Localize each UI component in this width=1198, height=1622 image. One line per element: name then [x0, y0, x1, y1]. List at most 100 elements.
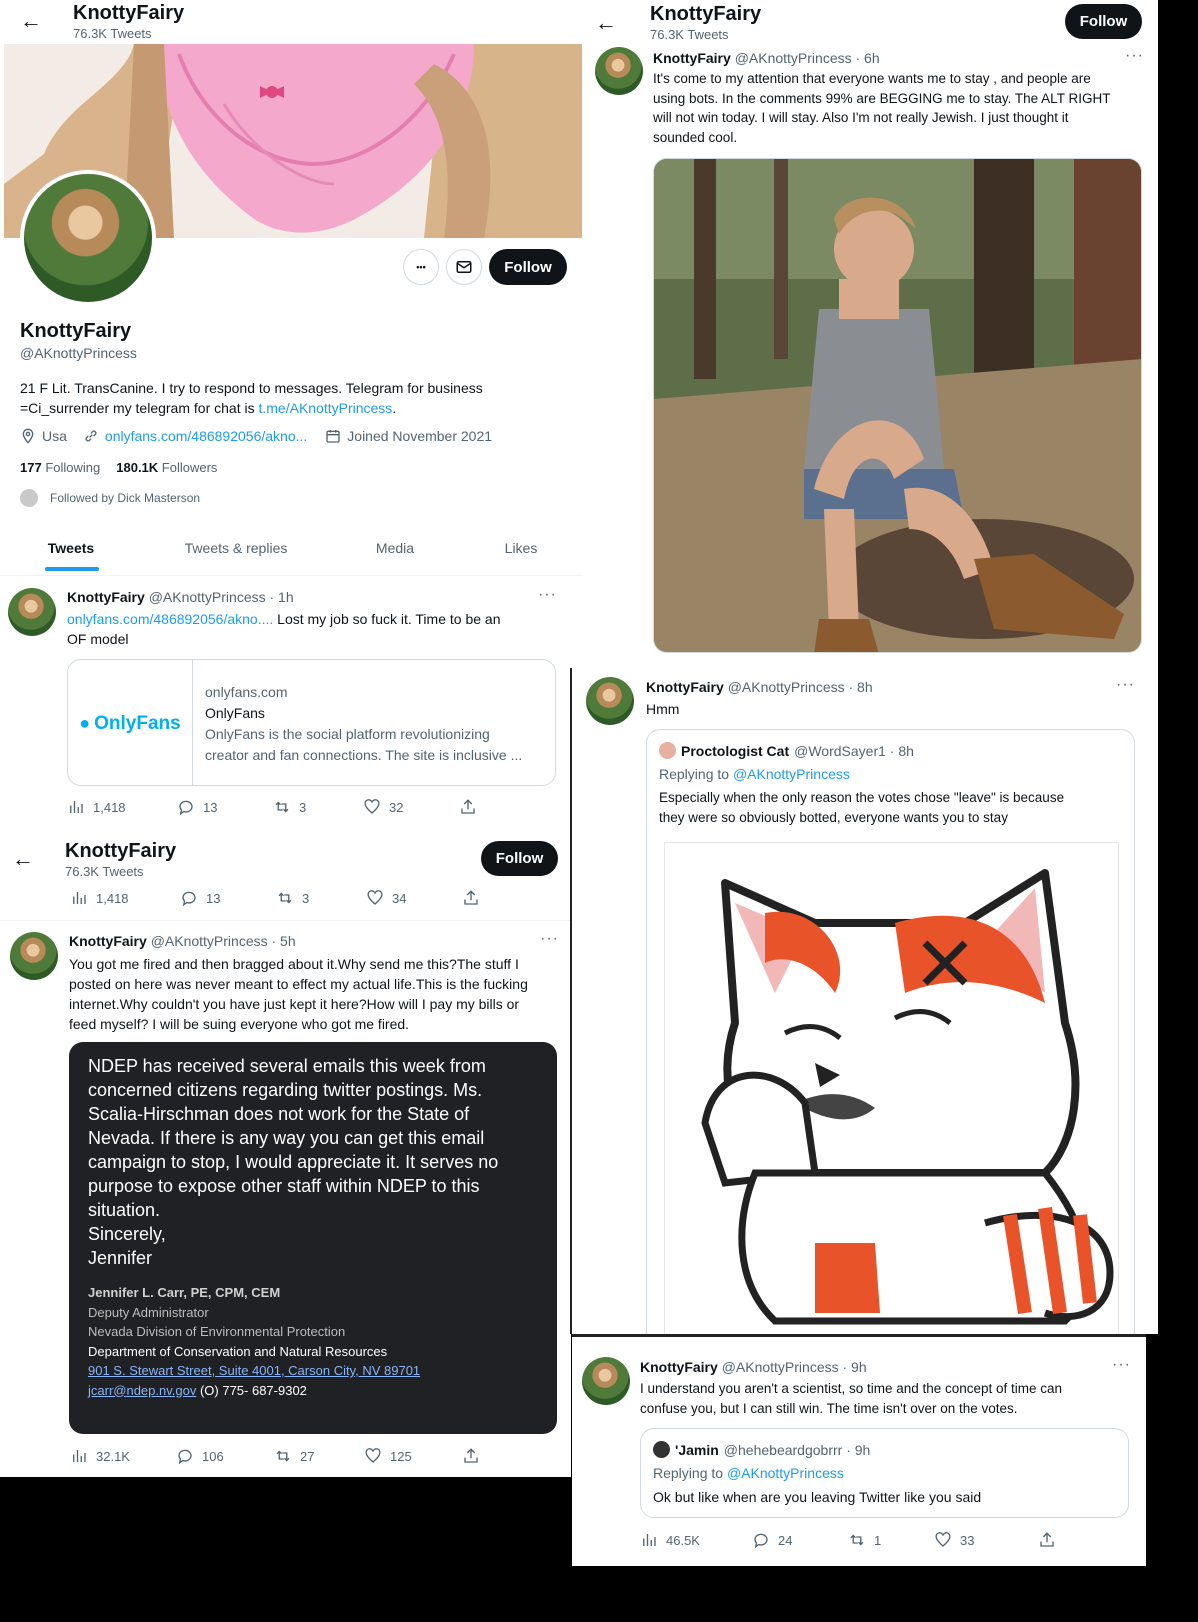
- email-line: Nevada. If there is any way you can get …: [88, 1128, 485, 1148]
- tweet-more-icon[interactable]: ···: [538, 586, 557, 604]
- heart-icon: [367, 890, 383, 905]
- tweet-actions: 32.1K 106 27 125: [70, 1447, 480, 1465]
- tweet-author[interactable]: KnottyFairy: [646, 679, 724, 695]
- reply-button[interactable]: 13: [180, 889, 276, 907]
- sig-email[interactable]: jcarr@ndep.nv.gov: [88, 1383, 196, 1398]
- email-line: purpose to expose other staff within NDE…: [88, 1176, 480, 1196]
- link-icon: [85, 430, 97, 442]
- views-button[interactable]: 32.1K: [70, 1447, 176, 1465]
- tweet-more-icon[interactable]: ···: [1112, 1356, 1131, 1374]
- quote-sticker-image[interactable]: [664, 842, 1119, 1334]
- reply-button[interactable]: 24: [752, 1531, 848, 1549]
- following-stat[interactable]: 177 Following: [20, 460, 100, 475]
- like-button[interactable]: 125: [364, 1447, 462, 1465]
- tweet-line: using bots. In the comments 99% are BEGG…: [653, 90, 1111, 106]
- replying-handle[interactable]: @AKnottyPrincess: [727, 1465, 844, 1481]
- share-button[interactable]: [462, 889, 480, 907]
- back-arrow-icon[interactable]: ←: [595, 10, 617, 36]
- reply-button[interactable]: 13: [177, 798, 273, 816]
- bio-link[interactable]: t.me/AKnottyPrincess: [258, 400, 392, 416]
- link-preview-card[interactable]: ● OnlyFans onlyfans.com OnlyFans OnlyFans…: [67, 659, 556, 786]
- tweet-line: feed myself? I will be suing everyone wh…: [69, 1016, 410, 1032]
- tweet-photo[interactable]: [653, 158, 1142, 653]
- tab-likes[interactable]: Likes: [460, 528, 582, 575]
- tweet-avatar[interactable]: [582, 1357, 630, 1405]
- quote-meta: @WordSayer1 · 8h: [794, 742, 914, 759]
- tweet-meta: @AKnottyPrincess · 1h: [148, 589, 294, 605]
- tweet-avatar[interactable]: [595, 47, 643, 95]
- tweet-avatar[interactable]: [586, 677, 634, 725]
- reply-button[interactable]: 106: [176, 1447, 274, 1465]
- sig-name: Jennifer L. Carr, PE, CPM, CEM: [88, 1285, 281, 1300]
- email-line: Scalia-Hirschman does not work for the S…: [88, 1104, 470, 1124]
- tab-media[interactable]: Media: [330, 528, 460, 575]
- share-button[interactable]: [1038, 1531, 1056, 1549]
- retweet-button[interactable]: 27: [274, 1447, 364, 1465]
- quote-author[interactable]: 'Jamin: [675, 1442, 719, 1458]
- tab-tweets[interactable]: Tweets: [0, 528, 142, 575]
- tweet-more-icon[interactable]: ···: [1116, 676, 1135, 694]
- email-screenshot[interactable]: NDEP has received several emails this we…: [69, 1042, 557, 1434]
- follow-button[interactable]: Follow: [1065, 4, 1142, 39]
- tweet-author[interactable]: KnottyFairy: [69, 933, 147, 949]
- header-name: KnottyFairy: [650, 3, 762, 25]
- location-icon: [22, 428, 34, 444]
- share-icon: [461, 799, 475, 814]
- profile-website[interactable]: onlyfans.com/486892056/akno...: [105, 428, 307, 444]
- share-icon: [464, 890, 478, 905]
- tweet-meta: @AKnottyPrincess · 9h: [721, 1359, 867, 1375]
- quote-tweet[interactable]: 'Jamin @hehebeardgobrrr · 9h Replying to…: [640, 1428, 1129, 1518]
- profile-stats: 177 Following 180.1K Followers: [20, 460, 217, 475]
- follow-button[interactable]: Follow: [489, 249, 567, 285]
- retweet-icon: [275, 801, 289, 813]
- quote-tweet[interactable]: Proctologist Cat @WordSayer1 · 8h Replyi…: [646, 729, 1135, 1334]
- tweet-avatar[interactable]: [8, 588, 56, 636]
- more-button[interactable]: •••: [403, 249, 439, 285]
- like-button[interactable]: 34: [366, 889, 462, 907]
- tweet-header: KnottyFairy @AKnottyPrincess · 6h: [653, 50, 880, 66]
- profile-location: Usa: [42, 428, 67, 444]
- tweet-meta: @AKnottyPrincess · 6h: [734, 50, 880, 66]
- fired-tweet-panel: ← KnottyFairy 76.3K Tweets Follow 1,418 …: [0, 832, 571, 1477]
- email-line: Sincerely,: [88, 1224, 166, 1244]
- followers-stat[interactable]: 180.1K Followers: [116, 460, 217, 475]
- tweet-author[interactable]: KnottyFairy: [653, 50, 731, 66]
- profile-avatar[interactable]: [20, 170, 156, 306]
- tab-tweets-replies[interactable]: Tweets & replies: [142, 528, 330, 575]
- share-button[interactable]: [459, 798, 477, 816]
- sig-address[interactable]: 901 S. Stewart Street, Suite 4001, Carso…: [88, 1361, 420, 1381]
- tweet-line: It's come to my attention that everyone …: [653, 71, 1091, 86]
- reply-count: 13: [206, 890, 221, 906]
- tweet-more-icon[interactable]: ···: [540, 930, 559, 948]
- back-arrow-icon[interactable]: ←: [20, 8, 42, 34]
- like-button[interactable]: 33: [934, 1531, 1038, 1549]
- quote-author[interactable]: Proctologist Cat: [681, 743, 789, 759]
- sig-line: Department of Conservation and Natural R…: [88, 1343, 388, 1359]
- tweet-line: will not win today. I will stay. Also I'…: [653, 110, 1069, 125]
- views-button[interactable]: 46.5K: [640, 1531, 752, 1549]
- retweet-button[interactable]: 1: [848, 1531, 934, 1549]
- follow-button[interactable]: Follow: [481, 841, 558, 876]
- share-button[interactable]: [462, 1447, 480, 1465]
- views-button[interactable]: 1,418: [70, 889, 180, 907]
- back-arrow-icon[interactable]: ←: [12, 846, 34, 872]
- followed-by[interactable]: Followed by Dick Masterson: [20, 489, 200, 507]
- replying-prefix: Replying to: [659, 766, 733, 782]
- tweet-link[interactable]: onlyfans.com/486892056/akno....: [67, 611, 273, 627]
- tweet-avatar[interactable]: [10, 932, 58, 980]
- sig-phone: (O) 775- 687-9302: [196, 1382, 307, 1398]
- retweet-button[interactable]: 3: [273, 798, 363, 816]
- tweet-more-icon[interactable]: ···: [1125, 47, 1144, 65]
- retweet-button[interactable]: 3: [276, 889, 366, 907]
- stay-tweet-panel: ← KnottyFairy 76.3K Tweets Follow Knotty…: [583, 0, 1158, 668]
- message-button[interactable]: [446, 249, 482, 285]
- sig-contact: jcarr@ndep.nv.gov (O) 775- 687-9302: [88, 1381, 420, 1401]
- tweet-author[interactable]: KnottyFairy: [67, 589, 145, 605]
- like-button[interactable]: 32: [363, 798, 459, 816]
- header-name: KnottyFairy: [65, 840, 177, 862]
- replying-handle[interactable]: @AKnottyPrincess: [733, 766, 850, 782]
- tweet-author[interactable]: KnottyFairy: [640, 1359, 718, 1375]
- onlyfans-logo: ● OnlyFans: [68, 660, 193, 785]
- reply-count: 24: [778, 1532, 793, 1548]
- views-button[interactable]: 1,418: [67, 798, 177, 816]
